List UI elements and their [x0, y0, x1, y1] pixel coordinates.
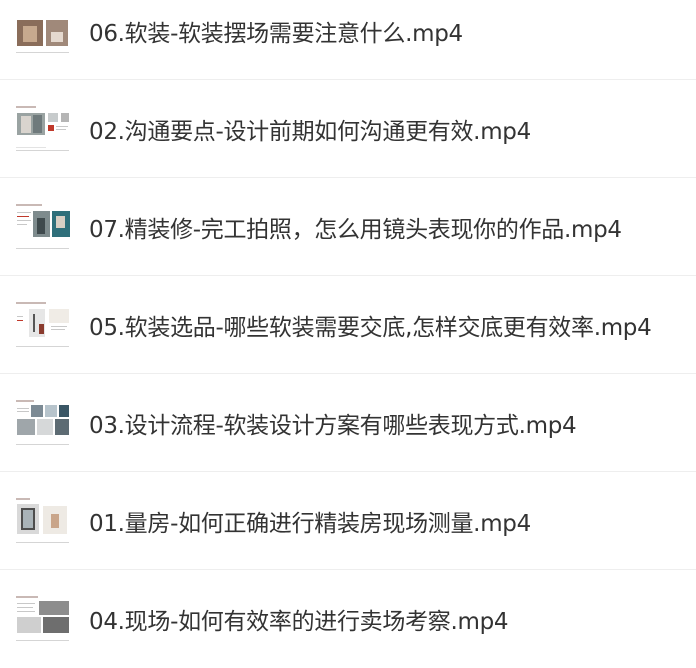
file-row-05[interactable]: 05.软装选品-哪些软装需要交底,怎样交底更有效率.mp4: [0, 276, 696, 374]
video-thumbnail: [15, 594, 71, 644]
video-thumbnail: [15, 103, 71, 154]
video-thumbnail: [15, 201, 71, 252]
file-row-06[interactable]: 06.软装-软装摆场需要注意什么.mp4: [0, 0, 696, 80]
video-thumbnail: [15, 299, 71, 350]
video-thumbnail: [15, 397, 71, 448]
file-name: 03.设计流程-软装设计方案有哪些表现方式.mp4: [89, 412, 577, 439]
video-thumbnail: [15, 17, 71, 56]
file-row-02[interactable]: 02.沟通要点-设计前期如何沟通更有效.mp4: [0, 80, 696, 178]
file-name: 02.沟通要点-设计前期如何沟通更有效.mp4: [89, 118, 531, 145]
file-name: 01.量房-如何正确进行精装房现场测量.mp4: [89, 510, 531, 537]
file-row-04[interactable]: 04.现场-如何有效率的进行卖场考察.mp4: [0, 570, 696, 668]
file-row-03[interactable]: 03.设计流程-软装设计方案有哪些表现方式.mp4: [0, 374, 696, 472]
file-name: 04.现场-如何有效率的进行卖场考察.mp4: [89, 609, 509, 635]
file-name: 07.精装修-完工拍照，怎么用镜头表现你的作品.mp4: [89, 216, 622, 243]
file-row-07[interactable]: 07.精装修-完工拍照，怎么用镜头表现你的作品.mp4: [0, 178, 696, 276]
file-list: 06.软装-软装摆场需要注意什么.mp4 02.沟通要点-设计前期如何沟通更有效…: [0, 0, 696, 655]
file-name: 06.软装-软装摆场需要注意什么.mp4: [89, 20, 463, 47]
file-name: 05.软装选品-哪些软装需要交底,怎样交底更有效率.mp4: [89, 314, 652, 341]
file-row-01[interactable]: 01.量房-如何正确进行精装房现场测量.mp4: [0, 472, 696, 570]
video-thumbnail: [15, 495, 71, 546]
